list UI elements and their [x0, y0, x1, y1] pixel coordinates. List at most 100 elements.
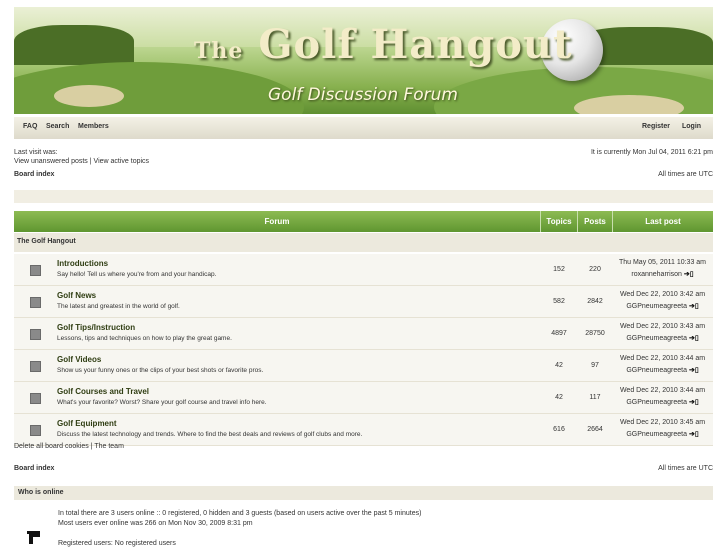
last-post-date: Wed Dec 22, 2010 3:44 am — [619, 387, 706, 394]
last-post-user-link[interactable]: GGPneumeagreeta — [626, 367, 687, 374]
last-post-date: Wed Dec 22, 2010 3:44 am — [619, 355, 706, 362]
forum-row: Golf Videos Show us your funny ones or t… — [14, 350, 713, 382]
goto-last-post-icon[interactable]: ➔▯ — [689, 398, 699, 406]
topic-count: 42 — [555, 362, 563, 369]
active-topics-link[interactable]: View active topics — [94, 158, 150, 165]
header-posts: Posts — [584, 217, 606, 226]
divider-bar — [14, 190, 713, 203]
last-post-author: GGPneumeagreeta ➔▯ — [612, 398, 713, 406]
forum-read-icon — [30, 361, 41, 372]
forum-description: Say hello! Tell us where you're from and… — [57, 271, 217, 278]
header-last-post: Last post — [645, 217, 681, 226]
forum-read-icon — [30, 425, 41, 436]
topic-count: 582 — [553, 298, 565, 305]
topic-count: 152 — [553, 266, 565, 273]
search-links: View unanswered posts | View active topi… — [14, 158, 149, 165]
banner-bunker — [54, 85, 124, 107]
board-index-link-top[interactable]: Board index — [14, 171, 54, 178]
topic-count: 42 — [555, 394, 563, 401]
goto-last-post-icon[interactable]: ➔▯ — [689, 366, 699, 374]
who-is-online-header: Who is online — [14, 486, 713, 500]
forum-link[interactable]: Golf Videos — [57, 355, 101, 364]
last-post-author: roxanneharrison ➔▯ — [612, 270, 713, 278]
members-link[interactable]: Members — [78, 123, 109, 130]
forum-read-icon — [30, 393, 41, 404]
online-users-record: Most users ever online was 266 on Mon No… — [58, 520, 253, 527]
nav-bar: FAQ Search Members Register Login — [14, 117, 713, 139]
timezone-text-top: All times are UTC — [658, 171, 713, 178]
who-is-online-title[interactable]: Who is online — [18, 489, 64, 496]
forum-row: Golf Courses and Travel What's your favo… — [14, 382, 713, 414]
search-link[interactable]: Search — [46, 123, 69, 130]
forum-description: Show us your funny ones or the clips of … — [57, 367, 264, 374]
register-link[interactable]: Register — [642, 123, 670, 130]
last-post-date: Thu May 05, 2011 10:33 am — [618, 259, 707, 266]
goto-last-post-icon[interactable]: ➔▯ — [689, 430, 699, 438]
site-title-main: Golf Hangout — [258, 21, 573, 68]
banner-trees — [14, 25, 134, 65]
topic-count: 616 — [553, 426, 565, 433]
link-separator: | — [90, 443, 93, 450]
forum-row: Golf Equipment Discuss the latest techno… — [14, 414, 713, 446]
last-post-user-link[interactable]: GGPneumeagreeta — [626, 431, 687, 438]
category-row: The Golf Hangout — [14, 233, 713, 252]
forum-read-icon — [30, 329, 41, 340]
forum-link[interactable]: Golf News — [57, 291, 96, 300]
footer-links: Delete all board cookies | The team — [14, 443, 124, 450]
forum-row: Golf News The latest and greatest in the… — [14, 286, 713, 318]
delete-cookies-link[interactable]: Delete all board cookies — [14, 443, 89, 450]
last-post-author: GGPneumeagreeta ➔▯ — [612, 366, 713, 374]
banner-hill — [14, 62, 304, 114]
forum-row: Introductions Say hello! Tell us where y… — [14, 254, 713, 286]
last-post-date: Wed Dec 22, 2010 3:45 am — [619, 419, 706, 426]
forum-link[interactable]: Golf Tips/Instruction — [57, 323, 135, 332]
last-post-user-link[interactable]: GGPneumeagreeta — [626, 335, 687, 342]
forum-read-icon — [30, 297, 41, 308]
goto-last-post-icon[interactable]: ➔▯ — [689, 302, 699, 310]
last-post-user-link[interactable]: GGPneumeagreeta — [626, 399, 687, 406]
post-count: 97 — [591, 362, 599, 369]
topic-count: 4897 — [551, 330, 567, 337]
the-team-link[interactable]: The team — [94, 443, 124, 450]
header-banner[interactable]: The Golf Hangout Golf Discussion Forum — [14, 7, 713, 114]
forum-table-header: Forum Topics Posts Last post — [14, 211, 713, 232]
site-subtitle: Golf Discussion Forum — [268, 85, 458, 105]
last-visit-text: Last visit was: — [14, 149, 58, 156]
board-index-link-bottom[interactable]: Board index — [14, 465, 54, 472]
forum-read-icon — [30, 265, 41, 276]
forum-description: Discuss the latest technology and trends… — [57, 431, 363, 438]
forum-description: What's your favorite? Worst? Share your … — [57, 399, 267, 406]
forum-link[interactable]: Introductions — [57, 259, 108, 268]
last-post-date: Wed Dec 22, 2010 3:43 am — [619, 323, 706, 330]
current-time-text: It is currently Mon Jul 04, 2011 6:21 pm — [590, 149, 713, 156]
who-is-online-icon — [27, 531, 40, 544]
link-separator: | — [89, 158, 92, 165]
forum-link[interactable]: Golf Courses and Travel — [57, 387, 149, 396]
goto-last-post-icon[interactable]: ➔▯ — [689, 334, 699, 342]
last-post-user-link[interactable]: roxanneharrison — [631, 271, 682, 278]
goto-last-post-icon[interactable]: ➔▯ — [684, 270, 694, 278]
last-post-author: GGPneumeagreeta ➔▯ — [612, 430, 713, 438]
site-title-the: The — [194, 38, 244, 64]
forum-link[interactable]: Golf Equipment — [57, 419, 117, 428]
last-post-date: Wed Dec 22, 2010 3:42 am — [619, 291, 706, 298]
site-title: The Golf Hangout — [194, 21, 572, 68]
unanswered-posts-link[interactable]: View unanswered posts — [14, 158, 88, 165]
registered-users-text: Registered users: No registered users — [58, 540, 176, 547]
timezone-text-bottom: All times are UTC — [658, 465, 713, 472]
last-post-author: GGPneumeagreeta ➔▯ — [612, 334, 713, 342]
category-title[interactable]: The Golf Hangout — [17, 238, 76, 245]
post-count: 2664 — [587, 426, 603, 433]
forum-row: Golf Tips/Instruction Lessons, tips and … — [14, 318, 713, 350]
banner-bunker — [574, 95, 684, 114]
post-count: 2842 — [587, 298, 603, 305]
online-users-total: In total there are 3 users online :: 0 r… — [58, 510, 422, 517]
header-topics: Topics — [546, 217, 572, 226]
last-post-user-link[interactable]: GGPneumeagreeta — [626, 303, 687, 310]
header-forum: Forum — [264, 217, 290, 226]
faq-link[interactable]: FAQ — [23, 123, 37, 130]
post-count: 117 — [589, 394, 601, 401]
post-count: 220 — [589, 266, 601, 273]
forum-description: The latest and greatest in the world of … — [57, 303, 180, 310]
login-link[interactable]: Login — [682, 123, 701, 130]
